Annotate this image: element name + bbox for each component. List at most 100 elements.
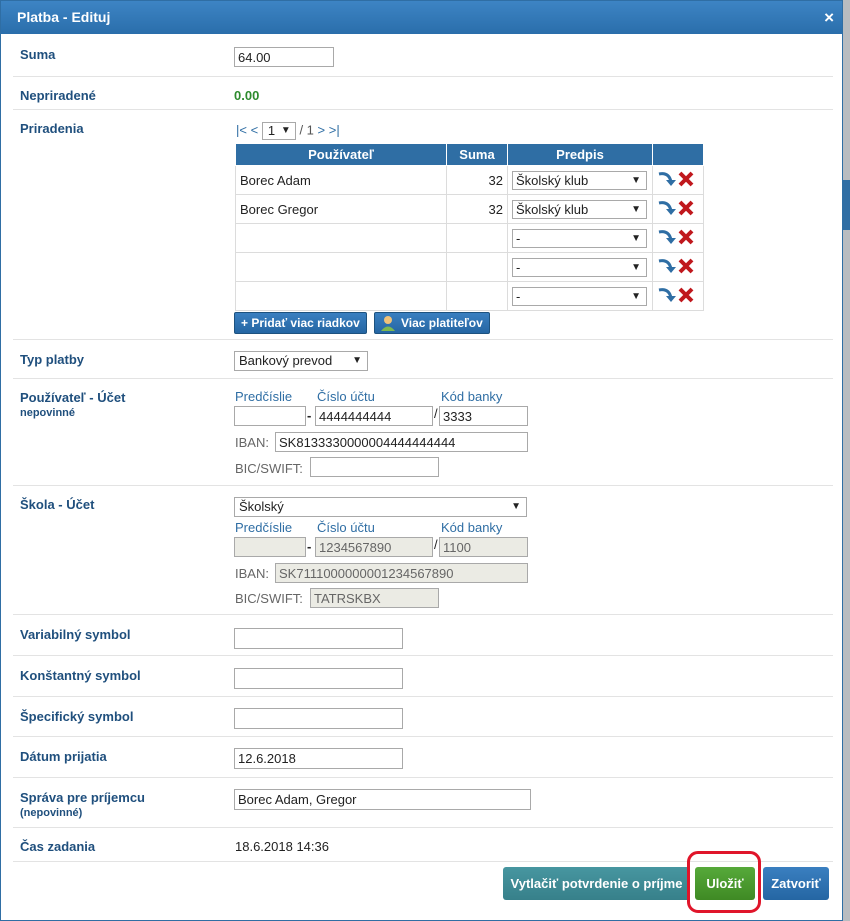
nepriradene-value: 0.00 bbox=[234, 88, 260, 103]
cas-value: 18.6.2018 14:36 bbox=[235, 839, 329, 854]
user-bic-input[interactable] bbox=[310, 457, 439, 477]
table-row: - ▼ bbox=[235, 281, 704, 311]
school-kod-input bbox=[439, 537, 528, 557]
save-button[interactable]: Uložiť bbox=[695, 867, 755, 900]
suma-row: Suma bbox=[13, 35, 833, 77]
typ-platby-select[interactable]: Bankový prevod ▼ bbox=[234, 351, 368, 371]
row-user bbox=[235, 252, 447, 282]
row-user bbox=[235, 223, 447, 253]
school-predcislie-input bbox=[234, 537, 306, 557]
delete-icon[interactable] bbox=[677, 199, 695, 217]
table-row: Borec Gregor 32 Školský klub ▼ bbox=[235, 194, 704, 224]
print-receipt-button[interactable]: Vytlačiť potvrdenie o príjme bbox=[503, 867, 690, 900]
konstantny-input[interactable] bbox=[234, 668, 403, 689]
assign-arrow-icon[interactable] bbox=[657, 170, 677, 188]
dash-separator: - bbox=[307, 408, 312, 423]
sprava-row: Správa pre príjemcu (nepovinné) bbox=[13, 777, 833, 828]
pager-last[interactable]: >| bbox=[329, 122, 340, 137]
row-suma: 32 bbox=[446, 165, 508, 195]
school-account-label: Škola - Účet bbox=[20, 497, 95, 512]
datum-row: Dátum prijatia bbox=[13, 736, 833, 778]
typ-platby-row: Typ platby Bankový prevod ▼ bbox=[13, 340, 833, 379]
user-predcislie-input[interactable] bbox=[234, 406, 306, 426]
assign-arrow-icon[interactable] bbox=[657, 199, 677, 217]
school-predcislie-label: Predčíslie bbox=[235, 520, 293, 535]
school-account-select[interactable]: Školský ▼ bbox=[234, 497, 527, 517]
slash-separator: / bbox=[434, 406, 438, 421]
bic-label: BIC/SWIFT: bbox=[235, 461, 303, 476]
nepriradene-label: Nepriradené bbox=[20, 88, 96, 103]
column-header-predpis: Predpis bbox=[507, 143, 653, 166]
predpis-select[interactable]: Školský klub ▼ bbox=[512, 199, 647, 219]
school-iban-label: IBAN: bbox=[235, 566, 269, 581]
pager-total: / 1 bbox=[299, 122, 314, 138]
predpis-select[interactable]: - ▼ bbox=[512, 286, 647, 306]
row-user: Borec Adam bbox=[235, 165, 447, 195]
suma-label: Suma bbox=[20, 47, 56, 62]
datum-input[interactable] bbox=[234, 748, 403, 769]
delete-icon[interactable] bbox=[677, 286, 695, 304]
assign-arrow-icon[interactable] bbox=[657, 286, 677, 304]
variabilny-row: Variabilný symbol bbox=[13, 614, 833, 656]
konstantny-row: Konštantný symbol bbox=[13, 655, 833, 697]
table-row: Borec Adam 32 Školský klub ▼ bbox=[235, 165, 704, 195]
column-header-actions bbox=[652, 143, 704, 166]
suma-input[interactable] bbox=[234, 47, 334, 67]
user-kod-input[interactable] bbox=[439, 406, 528, 426]
row-suma bbox=[446, 223, 508, 253]
payment-edit-dialog: Platba - Edituj × Suma Nepriradené 0.00 … bbox=[0, 0, 843, 921]
typ-platby-label: Typ platby bbox=[20, 352, 85, 367]
assign-arrow-icon[interactable] bbox=[657, 257, 677, 275]
predpis-select[interactable]: Školský klub ▼ bbox=[512, 170, 647, 190]
row-suma bbox=[446, 252, 508, 282]
variabilny-label: Variabilný symbol bbox=[20, 627, 131, 642]
column-header-user: Používateľ bbox=[235, 143, 447, 166]
predpis-select[interactable]: - ▼ bbox=[512, 257, 647, 277]
assignments-table: Používateľ Suma Predpis Borec Adam 32 Šk… bbox=[235, 143, 704, 311]
table-row: - ▼ bbox=[235, 252, 704, 282]
delete-icon[interactable] bbox=[677, 170, 695, 188]
variabilny-input[interactable] bbox=[234, 628, 403, 649]
pager-first[interactable]: |< bbox=[236, 122, 247, 137]
row-user: Borec Gregor bbox=[235, 194, 447, 224]
iban-label: IBAN: bbox=[235, 435, 269, 450]
predcislie-label: Predčíslie bbox=[235, 389, 293, 404]
more-payers-button[interactable]: Viac platiteľov bbox=[374, 312, 490, 334]
school-cislo-label: Číslo účtu bbox=[317, 520, 375, 535]
dialog-titlebar: Platba - Edituj × bbox=[1, 1, 842, 34]
dash-separator: - bbox=[307, 539, 312, 554]
school-cislo-input bbox=[315, 537, 433, 557]
specificky-input[interactable] bbox=[234, 708, 403, 729]
pager: |< < 1 ▼ / 1 > >| bbox=[236, 122, 340, 140]
table-row: - ▼ bbox=[235, 223, 704, 253]
background-page-edge bbox=[843, 0, 850, 921]
user-icon bbox=[381, 316, 395, 331]
datum-label: Dátum prijatia bbox=[20, 749, 107, 764]
pager-page-select[interactable]: 1 ▼ bbox=[261, 122, 296, 140]
close-button[interactable]: Zatvoriť bbox=[763, 867, 829, 900]
specificky-label: Špecifický symbol bbox=[20, 709, 134, 724]
row-suma: 32 bbox=[446, 194, 508, 224]
predpis-select[interactable]: - ▼ bbox=[512, 228, 647, 248]
user-iban-input[interactable] bbox=[275, 432, 528, 452]
school-iban-input bbox=[275, 563, 528, 583]
close-icon[interactable]: × bbox=[824, 1, 834, 34]
delete-icon[interactable] bbox=[677, 228, 695, 246]
dialog-title: Platba - Edituj bbox=[17, 9, 111, 25]
kod-banky-label: Kód banky bbox=[441, 389, 503, 404]
add-rows-button[interactable]: + Pridať viac riadkov bbox=[234, 312, 367, 334]
cislo-uctu-label: Číslo účtu bbox=[317, 389, 375, 404]
school-kod-label: Kód banky bbox=[441, 520, 503, 535]
assign-arrow-icon[interactable] bbox=[657, 228, 677, 246]
pager-prev[interactable]: < bbox=[251, 122, 259, 137]
priradenia-label: Priradenia bbox=[20, 121, 84, 136]
delete-icon[interactable] bbox=[677, 257, 695, 275]
row-user bbox=[235, 281, 447, 311]
konstantny-label: Konštantný symbol bbox=[20, 668, 141, 683]
sprava-label: Správa pre príjemcu (nepovinné) bbox=[20, 790, 145, 819]
user-cislo-input[interactable] bbox=[315, 406, 433, 426]
school-bic-label: BIC/SWIFT: bbox=[235, 591, 303, 606]
pager-next[interactable]: > bbox=[318, 122, 326, 137]
sprava-input[interactable] bbox=[234, 789, 531, 810]
user-account-label: Používateľ - Účet nepovinné bbox=[20, 390, 126, 419]
